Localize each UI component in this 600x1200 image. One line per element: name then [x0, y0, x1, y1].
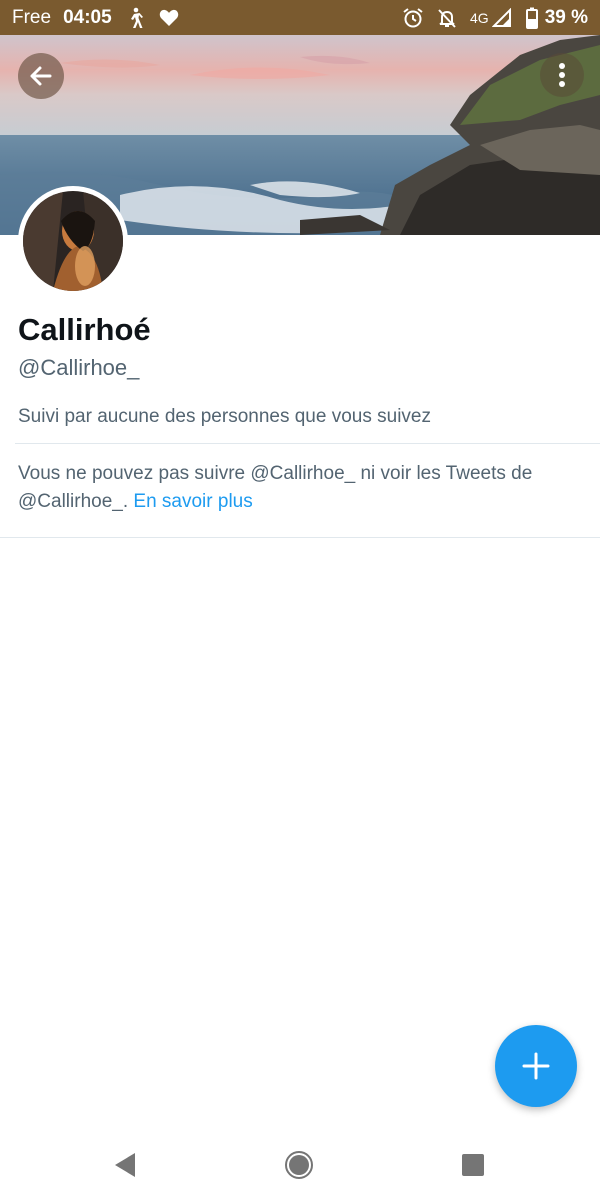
- notice-text: Vous ne pouvez pas suivre @Callirhoe_ ni…: [18, 463, 533, 512]
- nav-home-icon: [285, 1151, 313, 1179]
- battery-icon: [525, 7, 539, 29]
- battery-level: 39 %: [544, 6, 588, 28]
- network-label: 4G: [470, 9, 489, 26]
- more-options-button[interactable]: [540, 53, 584, 97]
- carrier-label: Free: [12, 6, 52, 28]
- heart-icon: [158, 7, 180, 29]
- compose-tweet-button[interactable]: [495, 1025, 577, 1107]
- avatar[interactable]: [18, 186, 128, 296]
- alarm-icon: [402, 7, 424, 29]
- user-handle: @Callirhoe_: [18, 355, 140, 380]
- status-right: 4G 39 %: [402, 7, 588, 29]
- nav-back-button[interactable]: [110, 1150, 140, 1180]
- divider: [0, 537, 600, 538]
- plus-icon: [522, 1052, 550, 1080]
- arrow-left-icon: [30, 66, 52, 86]
- divider: [15, 443, 600, 444]
- more-vertical-icon: [559, 63, 565, 87]
- nav-recent-button[interactable]: [458, 1150, 488, 1180]
- system-nav-bar: [0, 1128, 600, 1200]
- nav-recent-icon: [462, 1154, 484, 1176]
- display-name: Callirhoé: [18, 312, 151, 347]
- back-button[interactable]: [18, 53, 64, 99]
- followed-by-text: Suivi par aucune des personnes que vous …: [18, 406, 431, 427]
- nav-back-icon: [115, 1153, 135, 1177]
- status-bar: Free 04:05 4G 39 %: [0, 0, 600, 35]
- notifications-off-icon: [436, 7, 458, 29]
- protected-account-notice: Vous ne pouvez pas suivre @Callirhoe_ ni…: [18, 460, 583, 516]
- walking-icon: [124, 7, 146, 29]
- clock: 04:05: [63, 6, 112, 28]
- signal-icon: [491, 7, 513, 29]
- status-left: Free 04:05: [12, 7, 180, 29]
- nav-home-button[interactable]: [284, 1150, 314, 1180]
- learn-more-link[interactable]: En savoir plus: [133, 491, 252, 512]
